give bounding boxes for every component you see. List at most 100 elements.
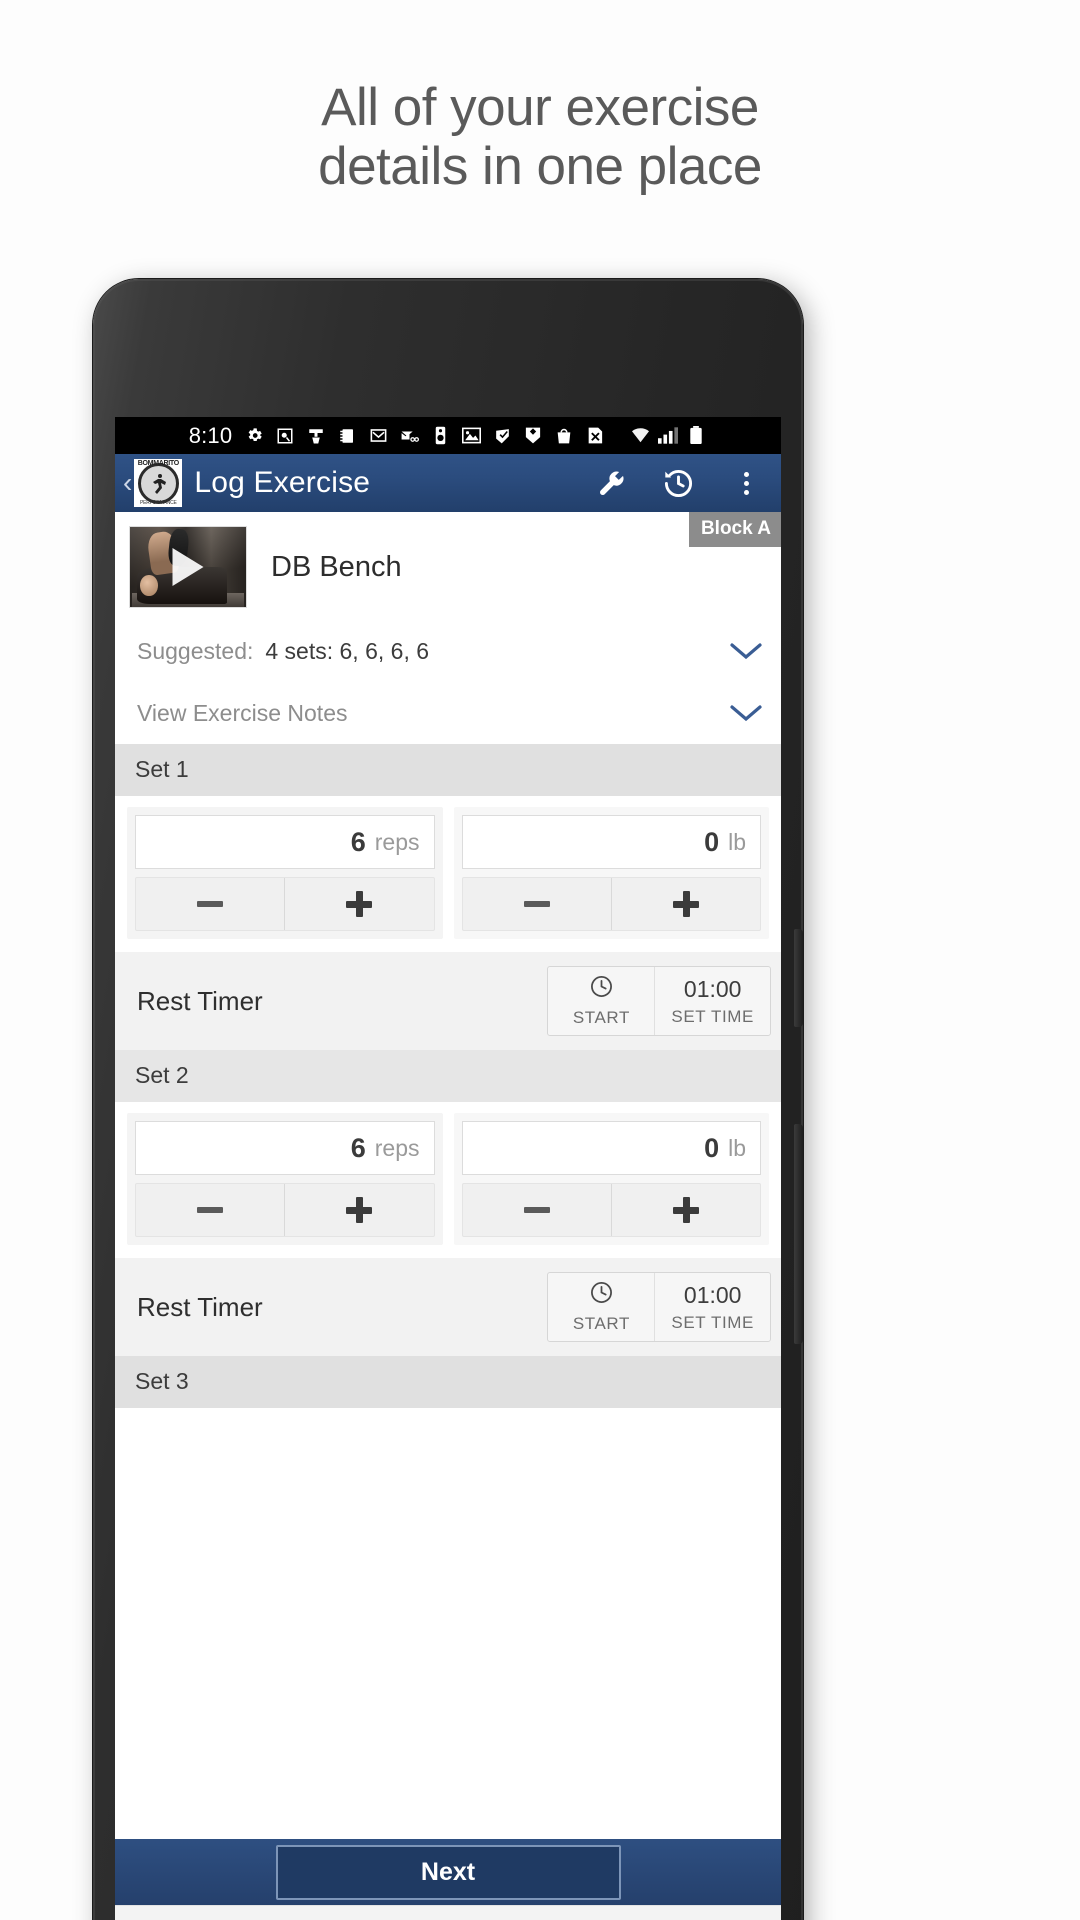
reps-unit-2: reps	[374, 1134, 420, 1161]
reps-plus-minus-2	[135, 1183, 435, 1237]
rest-timer-row: Rest Timer START 01:00 SET TIME	[115, 952, 781, 1050]
exercise-header-row[interactable]: DB Bench	[115, 512, 781, 620]
next-button[interactable]: Next	[275, 1844, 621, 1900]
battery-icon	[685, 425, 707, 447]
chevron-down-icon[interactable]	[729, 641, 763, 661]
weight-plus-button-2[interactable]	[612, 1184, 760, 1236]
shield-icon	[522, 425, 544, 447]
rest-start-button-2[interactable]: START	[548, 1273, 654, 1341]
rest-time-value: 01:00	[683, 975, 742, 1002]
rest-timer-controls: START 01:00 SET TIME	[547, 966, 771, 1036]
rest-timer-label-2: Rest Timer	[137, 1291, 263, 1322]
page-title: All of your exercise details in one plac…	[0, 78, 1080, 197]
weight-plus-button[interactable]	[612, 878, 760, 930]
weight-stepper: 0 lb	[453, 807, 769, 939]
rest-start-label-2: START	[572, 1314, 630, 1333]
history-icon[interactable]	[661, 466, 695, 500]
bag-icon	[553, 425, 575, 447]
power-button[interactable]	[794, 1124, 803, 1344]
check-flag-icon	[491, 425, 513, 447]
exercise-notes-label: View Exercise Notes	[137, 699, 348, 726]
suggested-row[interactable]: Suggested: 4 sets: 6, 6, 6, 6	[115, 620, 781, 682]
reps-minus-button-2[interactable]	[136, 1184, 286, 1236]
logo-ring	[137, 462, 179, 504]
volume-button[interactable]	[794, 929, 803, 1027]
status-bar: 8:10	[115, 417, 781, 454]
overflow-menu-icon[interactable]	[729, 466, 763, 500]
mail-off-icon	[398, 425, 420, 447]
weight-input-2[interactable]: 0 lb	[461, 1121, 761, 1175]
status-right-icons	[629, 425, 707, 447]
gmail-icon	[367, 425, 389, 447]
reps-plus-button-2[interactable]	[285, 1184, 433, 1236]
reps-plus-button[interactable]	[285, 878, 433, 930]
rest-set-time-label-2: SET TIME	[671, 1312, 754, 1332]
app-bar-actions	[593, 466, 769, 500]
promo-screenshot: All of your exercise details in one plac…	[0, 0, 1080, 1920]
suggested-label: Suggested:	[137, 637, 254, 664]
weight-minus-button-2[interactable]	[463, 1184, 612, 1236]
wifi-icon	[629, 425, 651, 447]
exercise-notes-row[interactable]: View Exercise Notes	[115, 682, 781, 744]
reps-plus-minus	[135, 877, 435, 931]
cell-signal-icon	[657, 425, 679, 447]
weight-plus-minus-2	[461, 1183, 761, 1237]
rest-set-time-label: SET TIME	[671, 1006, 754, 1026]
set-header-2: Set 2	[115, 1050, 781, 1102]
rest-time-value-2: 01:00	[683, 1281, 742, 1308]
broom-icon	[305, 425, 327, 447]
back-button[interactable]: ‹	[123, 469, 132, 497]
headline-line-2: details in one place	[318, 137, 762, 197]
weight-value: 0	[704, 826, 720, 857]
x-file-icon	[584, 425, 606, 447]
brand-top-text: BOMMARITO	[137, 460, 179, 467]
reps-input[interactable]: 6 reps	[135, 815, 435, 869]
weight-unit-2: lb	[728, 1134, 746, 1161]
gear-icon	[243, 425, 265, 447]
weight-input[interactable]: 0 lb	[461, 815, 761, 869]
reps-value-2: 6	[350, 1132, 366, 1163]
rest-timer-controls-2: START 01:00 SET TIME	[547, 1272, 771, 1342]
set-inputs-2: 6 reps 0 lb	[115, 1102, 781, 1258]
exercise-video-thumbnail[interactable]	[129, 526, 247, 608]
status-time: 8:10	[188, 422, 233, 448]
exercise-name: DB Bench	[271, 550, 402, 583]
android-nav-bar: ||| ‹	[115, 1905, 781, 1920]
reps-stepper-2: 6 reps	[127, 1113, 443, 1245]
rest-set-time-button[interactable]: 01:00 SET TIME	[654, 967, 770, 1035]
set-inputs: 6 reps 0 lb	[115, 796, 781, 952]
brand-bottom-text: PERFORMANCE	[139, 500, 177, 506]
chevron-down-icon-notes[interactable]	[729, 703, 763, 723]
rest-start-button[interactable]: START	[548, 967, 654, 1035]
wrench-icon[interactable]	[593, 466, 627, 500]
rest-timer-label: Rest Timer	[137, 985, 263, 1016]
app-bar-title: Log Exercise	[194, 466, 371, 499]
weight-minus-button[interactable]	[463, 878, 612, 930]
notebook-icon	[336, 425, 358, 447]
runner-glyph	[153, 474, 167, 494]
reps-stepper: 6 reps	[127, 807, 443, 939]
rest-set-time-button-2[interactable]: 01:00 SET TIME	[654, 1273, 770, 1341]
rest-timer-row-2: Rest Timer START 01:00 SET TIME	[115, 1258, 781, 1356]
suggested-value: 4 sets: 6, 6, 6, 6	[265, 637, 430, 664]
next-bar: Next	[115, 1839, 781, 1905]
weight-plus-minus	[461, 877, 761, 931]
reps-value: 6	[350, 826, 366, 857]
weight-stepper-2: 0 lb	[453, 1113, 769, 1245]
search-box-icon	[274, 425, 296, 447]
play-icon[interactable]	[172, 548, 204, 586]
phone-mockup: 8:10 ‹ BOMMARITO PERFORMANCE Log Exercis…	[93, 279, 803, 1920]
clock-icon	[589, 974, 614, 1004]
speaker-icon	[429, 425, 451, 447]
set-header: Set 1	[115, 744, 781, 796]
rest-start-label: START	[572, 1008, 630, 1027]
reps-unit: reps	[374, 828, 420, 855]
weight-unit: lb	[728, 828, 746, 855]
weight-value-2: 0	[704, 1132, 720, 1163]
reps-minus-button[interactable]	[136, 878, 286, 930]
app-bar: ‹ BOMMARITO PERFORMANCE Log Exercise	[115, 454, 781, 512]
exercise-content: Block A DB Bench Suggested: 4 sets: 6, 6…	[115, 512, 781, 1408]
photo-icon	[460, 425, 482, 447]
status-badge: Block A	[688, 512, 781, 547]
reps-input-2[interactable]: 6 reps	[135, 1121, 435, 1175]
